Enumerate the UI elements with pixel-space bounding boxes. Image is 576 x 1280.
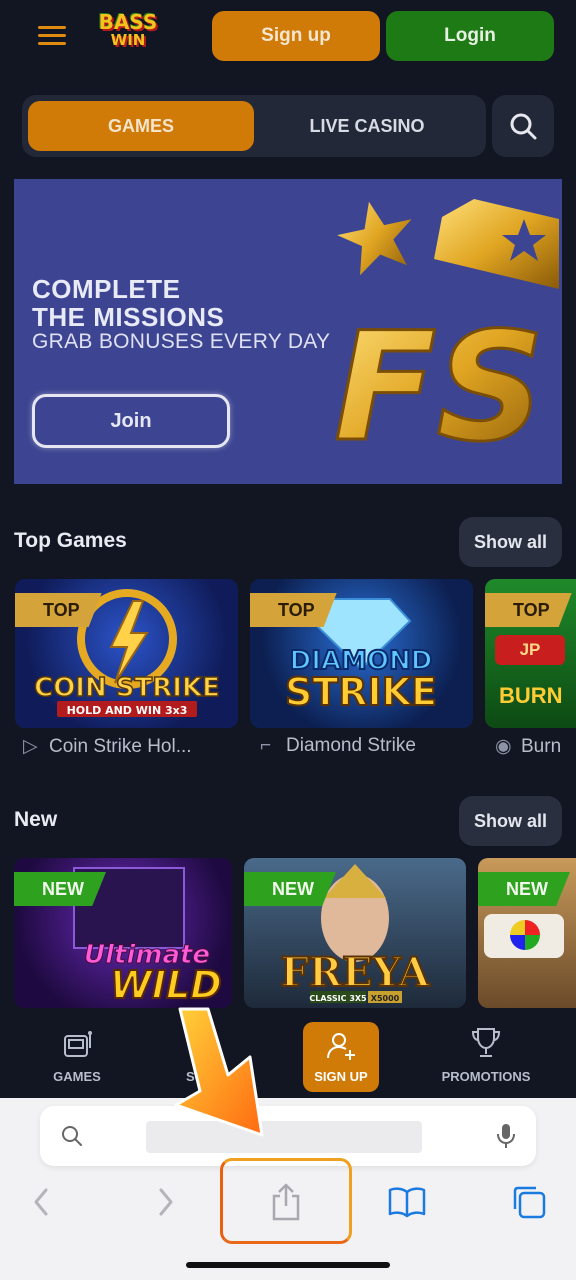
join-button[interactable]: Join [32,394,230,448]
mic-icon[interactable] [496,1122,516,1150]
slot-machine-icon [64,1031,92,1057]
tab-games[interactable]: GAMES [28,101,254,151]
star-icon [337,201,412,276]
search-icon [510,113,537,140]
top-badge: TOP [250,593,337,627]
jackpot-badge: JP [495,635,565,665]
category-tabs: GAMES LIVE CASINO [22,95,486,157]
user-plus-icon [327,1033,355,1060]
svg-text:FS: FS [334,301,545,475]
game-card-burn[interactable]: JP BURN TOP [485,579,576,728]
game-title[interactable]: ⌐ Diamond Strike [260,735,475,757]
provider-icon: ⌐ [260,735,272,756]
browser-toolbar [0,1098,576,1280]
top-badge: TOP [15,593,102,627]
banner-subtitle: GRAB BONUSES EVERY DAY [32,330,331,353]
pointer-arrow-icon [174,1007,264,1137]
header: BASS WIN Sign up Login [0,0,576,78]
svg-text:COIN STRIKE: COIN STRIKE [34,673,220,703]
svg-text:CLASSIC 3X5: CLASSIC 3X5 [309,994,367,1003]
new-badge: NEW [478,872,570,906]
top-games-show-all[interactable]: Show all [459,517,562,567]
nav-promotions[interactable]: PROMOTIONS [436,1016,536,1096]
home-indicator [186,1262,390,1268]
top-games-title: Top Games [14,529,127,552]
search-button[interactable] [492,95,554,157]
search-icon [62,1126,82,1146]
logo-line2: WIN [110,31,146,49]
promo-banner[interactable]: COMPLETE THE MISSIONS GRAB BONUSES EVERY… [14,179,562,484]
nav-games[interactable]: GAMES [38,1016,116,1096]
trophy-icon [471,1028,501,1057]
back-icon[interactable] [30,1186,52,1218]
new-badge: NEW [14,872,106,906]
game-card-third[interactable]: NEW [478,858,576,1008]
forward-icon[interactable] [155,1186,177,1218]
svg-text:X5000: X5000 [371,994,400,1003]
tab-live-casino[interactable]: LIVE CASINO [254,101,480,151]
new-games-title: New [14,808,58,831]
free-spins-art: FS [333,199,559,477]
game-card-coin-strike[interactable]: COIN STRIKE HOLD AND WIN 3x3 TOP [15,579,238,728]
game-card-ultimate-wild[interactable]: Ultimate WILD NEW [14,858,232,1008]
svg-text:STRIKE: STRIKE [285,670,437,714]
bottom-nav: GAMES S SIGN UP PROMOTIONS [0,1016,576,1098]
login-button[interactable]: Login [386,11,554,61]
address-bar[interactable] [40,1106,536,1166]
svg-text:HOLD AND WIN 3x3: HOLD AND WIN 3x3 [67,704,188,717]
banner-headline: COMPLETE THE MISSIONS [32,274,225,332]
logo[interactable]: BASS WIN [88,12,168,58]
top-badge: TOP [485,593,572,627]
provider-icon: ◉ [495,736,512,757]
svg-text:FREYA: FREYA [280,949,430,996]
game-title[interactable]: ◉ Burn [495,735,576,758]
game-title[interactable]: ▷ Coin Strike Hol... [23,735,238,758]
provider-icon: ▷ [23,736,38,757]
tabs-icon[interactable] [511,1184,547,1220]
logo-line1: BASS [98,10,158,34]
new-badge: NEW [244,872,336,906]
new-games-show-all[interactable]: Show all [459,796,562,846]
bookmarks-icon[interactable] [388,1186,426,1218]
signup-button[interactable]: Sign up [212,11,380,61]
game-card-diamond-strike[interactable]: DIAMOND STRIKE TOP [250,579,473,728]
nav-signup[interactable]: SIGN UP [303,1022,379,1092]
svg-text:WILD: WILD [110,963,222,1007]
share-icon[interactable] [270,1182,302,1222]
game-art-text: BURN [499,683,563,708]
menu-icon[interactable] [38,26,66,46]
game-card-freya[interactable]: FREYA CLASSIC 3X5 X5000 NEW [244,858,466,1008]
